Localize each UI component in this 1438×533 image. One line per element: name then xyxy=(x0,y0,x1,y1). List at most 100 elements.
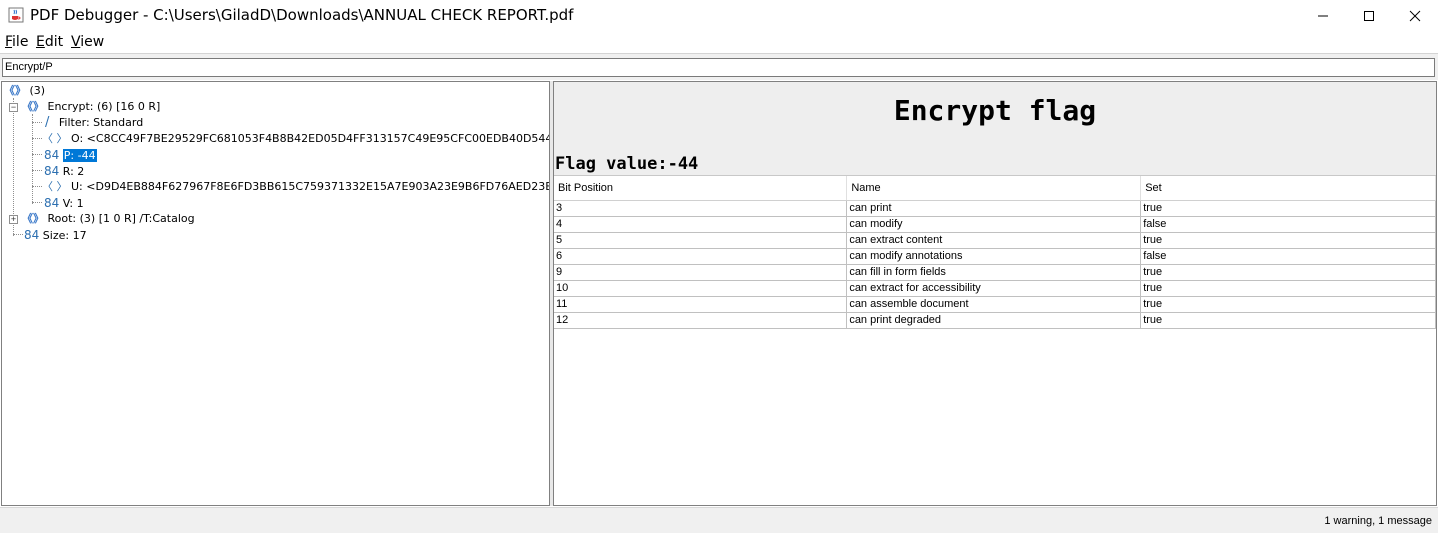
status-message[interactable]: 1 warning, 1 message xyxy=(1324,515,1432,527)
detail-heading: Encrypt flag xyxy=(893,94,1097,127)
tree-guide xyxy=(32,170,42,171)
tree-node-label: Size: 17 xyxy=(42,229,87,242)
cell-name: can modify xyxy=(846,216,1142,233)
cell-name: can print xyxy=(846,200,1142,217)
table-row[interactable]: 10 can extract for accessibility true xyxy=(554,280,1436,297)
cell-set: true xyxy=(1140,232,1436,249)
tree-node-v[interactable]: 84 V: 1 xyxy=(44,195,84,211)
table-row[interactable]: 9 can fill in form fields true xyxy=(554,264,1436,281)
table-row[interactable]: 6 can modify annotations false xyxy=(554,248,1436,265)
string-icon: 〈 〉 xyxy=(42,180,68,193)
tree-guide xyxy=(32,138,42,139)
status-bar: 1 warning, 1 message xyxy=(0,507,1438,533)
cell-set: false xyxy=(1140,248,1436,265)
table-row[interactable]: 3 can print true xyxy=(554,200,1436,217)
tree-guide xyxy=(32,186,42,187)
cell-name: can fill in form fields xyxy=(846,264,1142,281)
tree-guide xyxy=(32,114,33,204)
tree-node-o[interactable]: 〈 〉 O: <C8CC49F7BE29529FC681053F4B8B42ED… xyxy=(42,131,550,147)
table-row[interactable]: 4 can modify false xyxy=(554,216,1436,233)
table-row[interactable]: 12 can print degraded true xyxy=(554,312,1436,329)
title-bar: PDF Debugger - C:\Users\GiladD\Downloads… xyxy=(0,0,1438,31)
collapse-icon[interactable]: − xyxy=(9,103,18,112)
cell-bit: 10 xyxy=(554,280,848,297)
cell-set: false xyxy=(1140,216,1436,233)
tree-node-label: (3) xyxy=(29,84,46,97)
tree-node-r[interactable]: 84 R: 2 xyxy=(44,163,84,179)
cell-name: can print degraded xyxy=(846,312,1142,329)
cell-bit: 3 xyxy=(554,200,848,217)
cell-set: true xyxy=(1140,264,1436,281)
tree-node-filter[interactable]: / Filter: Standard xyxy=(45,115,143,131)
close-icon xyxy=(1409,10,1421,21)
table-row[interactable]: 5 can extract content true xyxy=(554,232,1436,249)
java-cup-icon xyxy=(8,7,24,23)
cell-set: true xyxy=(1140,296,1436,313)
cell-set: true xyxy=(1140,280,1436,297)
tree-node-label: R: 2 xyxy=(62,165,85,178)
menu-view-label: iew xyxy=(80,34,105,50)
name-icon: / xyxy=(45,115,50,130)
column-header-set[interactable]: Set xyxy=(1140,176,1436,201)
column-header-bit-position[interactable]: Bit Position xyxy=(554,176,848,201)
tree-guide xyxy=(32,154,42,155)
tree-node-label: Encrypt: (6) [16 0 R] xyxy=(47,100,161,113)
tree-node-size[interactable]: 84 Size: 17 xyxy=(24,227,87,243)
cell-name: can extract content xyxy=(846,232,1142,249)
cell-bit: 12 xyxy=(554,312,848,329)
cell-bit: 5 xyxy=(554,232,848,249)
menu-edit-label: dit xyxy=(44,34,64,50)
flag-value: Flag value:-44 xyxy=(555,154,699,174)
maximize-icon xyxy=(1364,10,1374,21)
number-icon: 84 xyxy=(44,196,60,210)
cell-bit: 9 xyxy=(554,264,848,281)
cell-name: can extract for accessibility xyxy=(846,280,1142,297)
column-header-name[interactable]: Name xyxy=(846,176,1142,201)
tree-node-p[interactable]: 84 P: -44 xyxy=(44,147,98,163)
cell-bit: 11 xyxy=(554,296,848,313)
tree-node-root[interactable]: 《》 (3) xyxy=(4,83,45,99)
menu-file[interactable]: File xyxy=(5,34,28,50)
cell-set: true xyxy=(1140,312,1436,329)
menu-file-label: ile xyxy=(12,34,29,50)
cell-set: true xyxy=(1140,200,1436,217)
expand-icon[interactable]: + xyxy=(9,215,18,224)
tree-node-label: U: <D9D4EB884F627967F8E6FD3BB615C7593713… xyxy=(71,180,550,193)
tree-guide xyxy=(32,122,42,123)
cell-name: can modify annotations xyxy=(846,248,1142,265)
tree-node-label: O: <C8CC49F7BE29529FC681053F4B8B42ED05D4… xyxy=(71,132,550,145)
dictionary-icon: 《》 xyxy=(4,84,26,97)
tree-guide xyxy=(13,234,23,235)
table-header-row: Bit Position Name Set xyxy=(554,176,1436,201)
tree-node-u[interactable]: 〈 〉 U: <D9D4EB884F627967F8E6FD3BB615C759… xyxy=(42,179,550,195)
tree-node-label-selected: P: -44 xyxy=(61,148,98,163)
maximize-button[interactable] xyxy=(1346,0,1392,31)
tree-node-label: Filter: Standard xyxy=(58,116,144,129)
menu-bar: File Edit View xyxy=(0,31,1438,53)
tree-node-label: V: 1 xyxy=(62,197,84,210)
menu-view-mnemonic: V xyxy=(71,34,81,50)
cell-name: can assemble document xyxy=(846,296,1142,313)
number-icon: 84 xyxy=(44,148,60,162)
window-title: PDF Debugger - C:\Users\GiladD\Downloads… xyxy=(30,6,574,24)
detail-pane: Encrypt flag Flag value:-44 Bit Position… xyxy=(553,81,1437,506)
menu-edit[interactable]: Edit xyxy=(36,34,63,50)
minimize-button[interactable] xyxy=(1300,0,1346,31)
tree-node-root-entry[interactable]: 《》 Root: (3) [1 0 R] /T:Catalog xyxy=(22,211,195,227)
tree-node-encrypt[interactable]: 《》 Encrypt: (6) [16 0 R] xyxy=(22,99,160,115)
table-row[interactable]: 11 can assemble document true xyxy=(554,296,1436,313)
path-field[interactable]: Encrypt/P xyxy=(2,58,1435,77)
tree-guide xyxy=(32,202,42,203)
close-button[interactable] xyxy=(1392,0,1438,31)
tree-node-label: Root: (3) [1 0 R] /T:Catalog xyxy=(47,212,195,225)
menu-file-mnemonic: F xyxy=(5,34,13,50)
flag-table-viewport[interactable]: Bit Position Name Set 3 can print true 4 ca… xyxy=(554,175,1436,505)
minimize-icon xyxy=(1318,15,1328,16)
dictionary-icon: 《》 xyxy=(22,212,44,225)
flag-table: Bit Position Name Set 3 can print true 4 ca… xyxy=(554,176,1436,329)
cell-bit: 6 xyxy=(554,248,848,265)
menu-view[interactable]: View xyxy=(71,34,104,50)
object-tree[interactable]: 《》 (3) − 《》 Encrypt: (6) [16 0 R] / Filt… xyxy=(1,81,550,506)
string-icon: 〈 〉 xyxy=(42,132,68,145)
dictionary-icon: 《》 xyxy=(22,100,44,113)
